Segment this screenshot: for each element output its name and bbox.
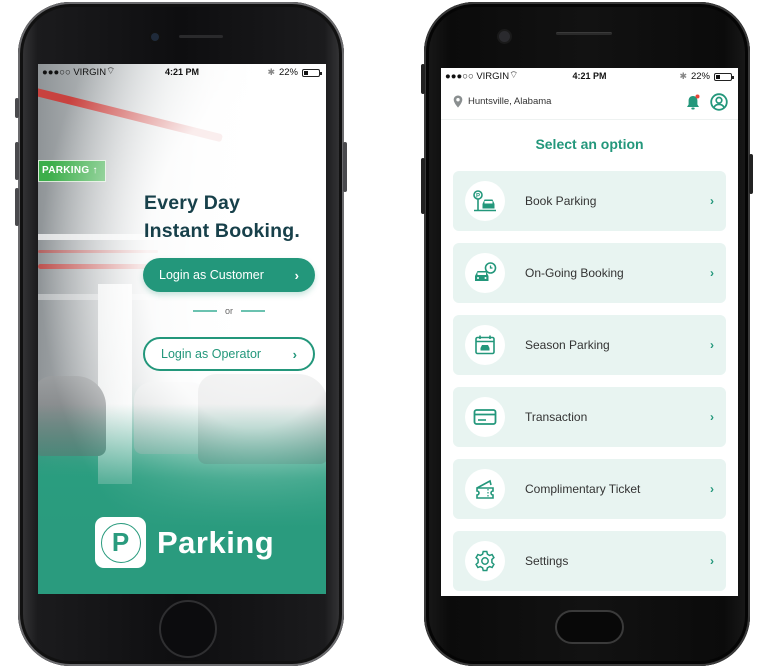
earpiece-speaker — [556, 32, 612, 35]
or-label: or — [224, 306, 233, 316]
parking-logo-icon: P — [95, 517, 146, 568]
divider-line — [241, 310, 265, 312]
chevron-right-icon: › — [710, 266, 714, 280]
notification-badge — [695, 94, 700, 98]
earpiece-speaker — [179, 35, 223, 38]
volume-down-button — [15, 188, 19, 226]
chevron-right-icon: › — [292, 346, 297, 362]
status-bar: ●●●○○ VIRGIN ⌔ 4:21 PM ✱ 22% — [441, 68, 738, 86]
login-screen: PARKING ↑ ●●●○○ VIRGIN ⌔ 4:21 PM ✱ 22% E… — [38, 64, 326, 594]
menu-item-label: Transaction — [525, 410, 588, 424]
status-bar: ●●●○○ VIRGIN ⌔ 4:21 PM ✱ 22% — [38, 64, 326, 82]
menu-item-label: Complimentary Ticket — [525, 482, 641, 496]
volume-up-button — [15, 142, 19, 180]
battery-icon — [302, 68, 322, 77]
parking-garage-background: PARKING ↑ — [38, 64, 326, 594]
app-logo: P Parking — [95, 517, 274, 568]
menu-item-label: Season Parking — [525, 338, 610, 352]
battery-percent: 22% — [690, 71, 710, 82]
ticket-icon — [476, 479, 494, 499]
login-as-customer-button[interactable]: Login as Customer › — [143, 258, 315, 292]
svg-text:P: P — [476, 193, 480, 199]
or-divider: or — [143, 306, 315, 316]
options-menu: P Book Parking › On-Going Booking › Seas… — [453, 171, 726, 596]
bluetooth-icon: ✱ — [267, 67, 275, 77]
menu-item-transaction[interactable]: Transaction › — [453, 387, 726, 447]
headline-line-2: Instant Booking. — [144, 220, 300, 242]
calendar-car-icon — [475, 335, 495, 355]
user-profile-icon[interactable] — [710, 93, 728, 111]
power-button — [749, 154, 753, 194]
location-header: Huntsville, Alabama — [441, 86, 738, 120]
location-label: Huntsville, Alabama — [468, 96, 552, 107]
battery-percent: 22% — [278, 67, 298, 78]
logo-text: Parking — [157, 524, 275, 560]
volume-button — [421, 64, 425, 94]
phone-frame-login: PARKING ↑ ●●●○○ VIRGIN ⌔ 4:21 PM ✱ 22% E… — [15, 2, 347, 666]
chevron-right-icon: › — [710, 410, 714, 424]
phone-frame-home: ●●●○○ VIRGIN ⌔ 4:21 PM ✱ 22% Huntsville,… — [421, 2, 753, 666]
volume-button — [421, 158, 425, 214]
map-pin-icon — [453, 95, 463, 108]
menu-item-label: Book Parking — [525, 194, 597, 208]
mute-switch — [15, 98, 19, 118]
menu-item-book-parking[interactable]: P Book Parking › — [453, 171, 726, 231]
page-title: Select an option — [535, 136, 644, 152]
power-button — [343, 142, 347, 192]
parking-car-icon: P — [473, 190, 496, 212]
chevron-right-icon: › — [294, 267, 299, 283]
home-button[interactable] — [555, 610, 624, 644]
headline-line-1: Every Day — [144, 192, 241, 214]
credit-card-icon — [473, 409, 497, 425]
login-as-customer-label: Login as Customer — [159, 268, 264, 282]
battery-level — [304, 70, 308, 75]
logo-letter: P — [100, 522, 141, 563]
car-clock-icon — [475, 262, 497, 281]
login-as-operator-button[interactable]: Login as Operator › — [143, 337, 315, 371]
chevron-right-icon: › — [710, 194, 714, 208]
menu-item-complimentary-ticket[interactable]: Complimentary Ticket › — [453, 459, 726, 519]
chevron-right-icon: › — [710, 554, 714, 568]
menu-item-settings[interactable]: Settings › — [453, 531, 726, 591]
login-as-operator-label: Login as Operator — [161, 347, 262, 361]
battery-icon — [714, 72, 734, 81]
menu-item-label: On-Going Booking — [525, 266, 624, 280]
divider-line — [192, 310, 217, 312]
headline: Every Day Instant Booking. — [144, 189, 300, 245]
front-camera — [151, 33, 159, 41]
chevron-right-icon: › — [710, 482, 714, 496]
front-camera — [499, 31, 510, 42]
notification-bell-icon[interactable] — [685, 94, 701, 111]
menu-item-season-parking[interactable]: Season Parking › — [453, 315, 726, 375]
menu-item-label: Settings — [525, 554, 569, 568]
location-selector[interactable]: Huntsville, Alabama — [453, 95, 551, 108]
battery-level — [716, 74, 720, 79]
chevron-right-icon: › — [710, 338, 714, 352]
bluetooth-icon: ✱ — [679, 71, 687, 81]
home-screen: ●●●○○ VIRGIN ⌔ 4:21 PM ✱ 22% Huntsville,… — [441, 68, 738, 596]
menu-item-on-going-booking[interactable]: On-Going Booking › — [453, 243, 726, 303]
gear-icon — [475, 550, 495, 572]
home-button[interactable] — [159, 600, 217, 658]
